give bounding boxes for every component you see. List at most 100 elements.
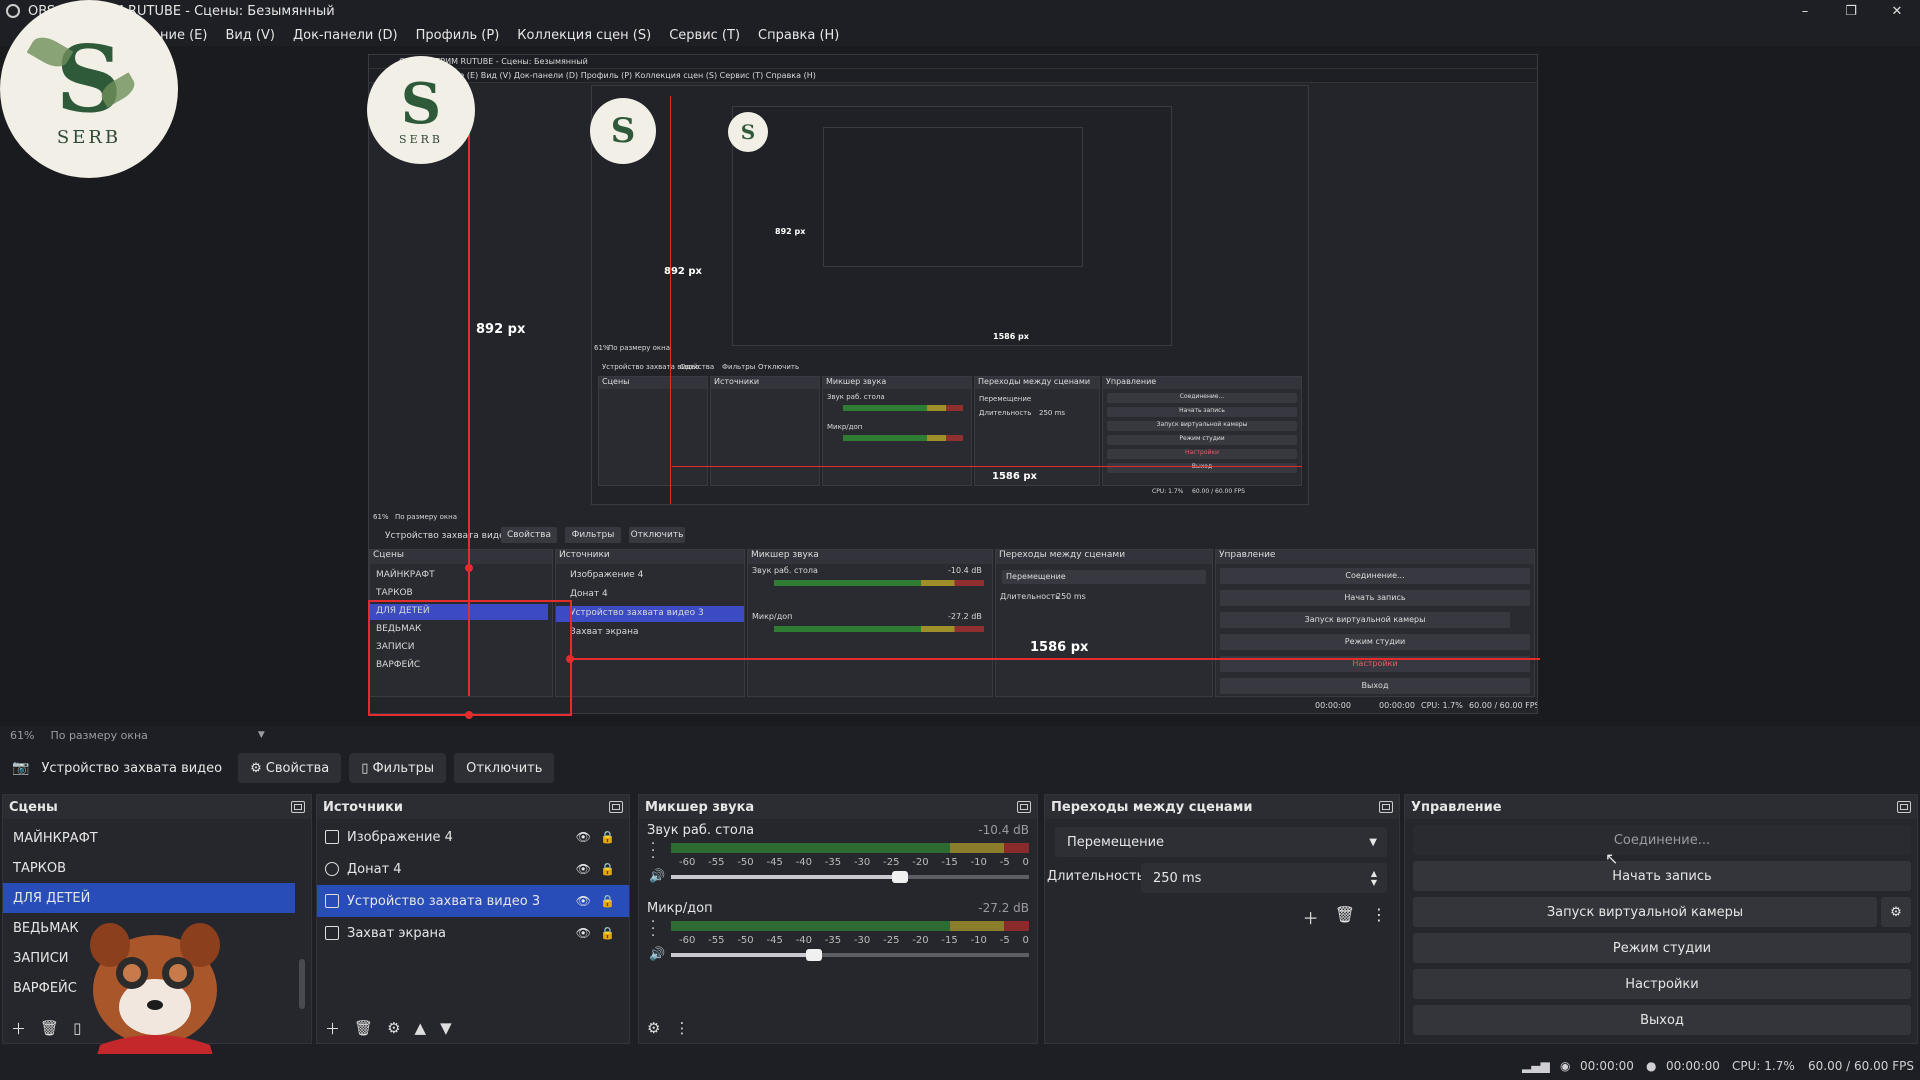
transition-select[interactable]: Перемещение ▼ (1055, 827, 1387, 857)
start-recording-button[interactable]: Начать запись (1413, 861, 1911, 891)
undock-icon[interactable] (1017, 801, 1031, 813)
nested2-studio: Режим студии (1107, 435, 1297, 445)
kebab-menu-icon[interactable]: ⋮ (1371, 905, 1387, 929)
nested-zoom-mode: По размеру окна (395, 513, 458, 521)
disable-label: Отключить (466, 760, 543, 776)
add-scene-icon[interactable]: ＋ (11, 1018, 26, 1039)
menu-docks[interactable]: Док-панели (D) (293, 28, 398, 43)
move-up-icon[interactable]: ▲ (415, 1019, 427, 1037)
virtual-camera-settings-button[interactable]: ⚙ (1881, 897, 1911, 927)
nested2-transitions-title: Переходы между сценами (975, 377, 1099, 389)
nested-duration: 250 ms (1056, 592, 1086, 601)
source-item[interactable]: Захват экрана 👁 🔒 (317, 917, 629, 949)
nested2-guide-horizontal (672, 466, 1302, 467)
meter-ticks: -60 -55 -50 -45 -40 -35 -30 -25 -20 -15 -10 -5 0 (679, 857, 1029, 868)
sources-list: Изображение 4 👁 🔒 Донат 4 👁 🔒 Устройство… (317, 819, 629, 949)
nested3-height-label: 892 px (775, 227, 806, 236)
source-label: Изображение 4 (347, 829, 453, 845)
speaker-icon[interactable]: 🔊 (649, 947, 665, 962)
settings-button[interactable]: Настройки (1413, 969, 1911, 999)
preview-canvas[interactable]: OBS ы: СТРИМ RUTUBE - Сцены: Безымянный … (0, 46, 1920, 726)
volume-fill (671, 953, 815, 957)
menu-scene-collection[interactable]: Коллекция сцен (S) (517, 28, 651, 43)
eye-icon[interactable]: 👁 (576, 830, 591, 844)
undock-icon[interactable] (1379, 801, 1393, 813)
maximize-button[interactable]: ❐ (1828, 0, 1874, 22)
lock-icon[interactable]: 🔒 (600, 926, 615, 940)
undock-icon[interactable] (609, 801, 623, 813)
source-item[interactable]: Донат 4 👁 🔒 (317, 853, 629, 885)
volume-slider[interactable] (671, 949, 1029, 961)
undock-icon[interactable] (1897, 801, 1911, 813)
eye-icon[interactable]: 👁 (576, 894, 591, 908)
nested2-duration-label: Длительность (979, 409, 1032, 417)
start-virtual-camera-button[interactable]: Запуск виртуальной камеры (1413, 897, 1877, 927)
nested-toolbar-properties: Свойства (501, 527, 557, 543)
kebab-menu-icon[interactable]: · · · (651, 916, 655, 943)
nested-scene-0: МАЙНКРАФТ (376, 570, 435, 580)
lock-icon[interactable]: 🔒 (600, 894, 615, 908)
controls-title: Управление (1411, 799, 1502, 815)
lock-icon[interactable]: 🔒 (600, 830, 615, 844)
speaker-icon[interactable]: 🔊 (649, 869, 665, 884)
nested2-toolbar-filters: Фильтры (722, 363, 756, 371)
meter-tick: -15 (941, 935, 958, 946)
trash-icon[interactable]: 🗑 (354, 1019, 373, 1037)
nested-meter-1 (774, 580, 984, 586)
filters-button[interactable]: ▯ Фильтры (349, 753, 447, 783)
menu-view[interactable]: Вид (V) (225, 28, 275, 43)
guide-handle-top[interactable] (465, 564, 473, 572)
studio-mode-button[interactable]: Режим студии (1413, 933, 1911, 963)
kebab-menu-icon[interactable]: · · · (651, 838, 655, 865)
menu-edit[interactable]: ние (E) (160, 28, 207, 43)
serb-logo-nested-2: S (590, 98, 656, 164)
selected-source-bounds[interactable] (368, 600, 572, 716)
lock-icon[interactable]: 🔒 (600, 862, 615, 876)
menu-tools[interactable]: Сервис (T) (669, 28, 740, 43)
nested2-connect: Соединение... (1107, 393, 1297, 403)
meter-tick: -40 (795, 935, 812, 946)
trash-icon[interactable]: 🗑 (1335, 905, 1355, 929)
volume-slider[interactable] (671, 871, 1029, 883)
zoom-mode[interactable]: По размеру окна (50, 729, 147, 742)
height-guide-label: 892 px (476, 322, 526, 337)
stepper-icon[interactable]: ▲ ▼ (1371, 869, 1377, 887)
undock-icon[interactable] (291, 801, 305, 813)
source-item-selected[interactable]: Устройство захвата видео 3 👁 🔒 (317, 885, 629, 917)
scene-item[interactable]: ТАРКОВ (3, 853, 295, 883)
eye-icon[interactable]: 👁 (576, 926, 591, 940)
disable-button[interactable]: Отключить (454, 753, 555, 783)
nested-meter-2 (774, 626, 984, 632)
close-button[interactable]: ✕ (1874, 0, 1920, 22)
add-source-icon[interactable]: ＋ (325, 1018, 340, 1039)
channel-db: -27.2 dB (978, 901, 1029, 915)
duration-field[interactable]: 250 ms ▲ ▼ (1141, 863, 1387, 893)
meter-tick: -55 (708, 857, 725, 868)
mixer-dock: Микшер звука Звук раб. стола -10.4 dB · ·… (638, 794, 1038, 1044)
nested2-zoom-mode: По размеру окна (608, 344, 671, 352)
nested2-meter-2 (843, 435, 963, 441)
menu-help[interactable]: Справка (H) (758, 28, 839, 43)
gear-icon[interactable]: ⚙ (387, 1019, 400, 1037)
nested-title-bar: OBS ы: СТРИМ RUTUBE - Сцены: Безымянный (369, 55, 1537, 69)
move-down-icon[interactable]: ▼ (440, 1019, 452, 1037)
trash-icon[interactable]: 🗑 (40, 1019, 59, 1037)
connect-button[interactable]: Соединение... (1413, 825, 1911, 855)
add-transition-icon[interactable]: ＋ (1303, 905, 1319, 929)
eye-icon[interactable]: 👁 (576, 862, 591, 876)
minimize-button[interactable]: – (1782, 0, 1828, 22)
menu-profile[interactable]: Профиль (P) (416, 28, 500, 43)
scenes-scrollbar[interactable] (299, 959, 305, 1009)
advanced-audio-icon[interactable]: ⚙ (647, 1019, 660, 1037)
volume-knob[interactable] (806, 949, 823, 961)
scene-item[interactable]: МАЙНКРАФТ (3, 823, 295, 853)
properties-button[interactable]: ⚙ Свойства (238, 753, 342, 783)
volume-knob[interactable] (892, 871, 909, 883)
zoom-dropdown-icon[interactable]: ▼ (258, 730, 265, 740)
source-toolbar: 📷 Устройство захвата видео ⚙ Свойства ▯ … (0, 752, 1920, 784)
source-item[interactable]: Изображение 4 👁 🔒 (317, 821, 629, 853)
exit-button[interactable]: Выход (1413, 1005, 1911, 1035)
source-label: Захват экрана (347, 925, 446, 941)
kebab-menu-icon[interactable]: ⋮ (674, 1019, 689, 1037)
nested-status-time1: 00:00:00 (1315, 701, 1351, 710)
